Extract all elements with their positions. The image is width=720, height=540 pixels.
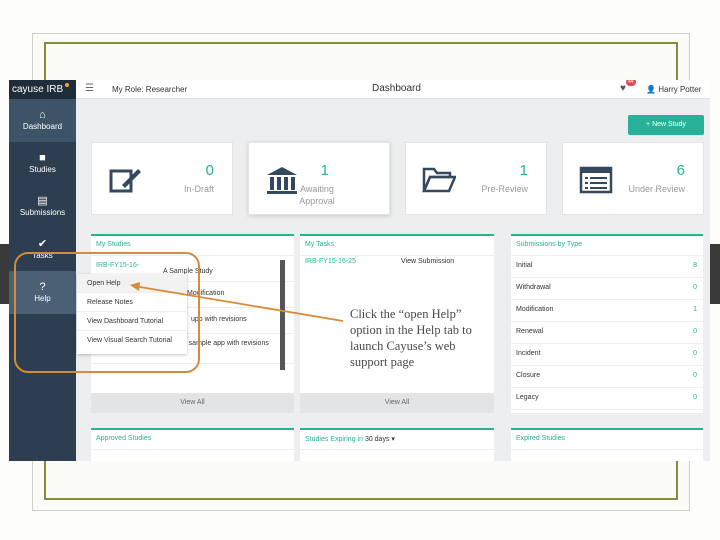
callout-arrow <box>130 282 344 322</box>
callout-text: Click the “open Help” option in the Help… <box>350 307 472 369</box>
